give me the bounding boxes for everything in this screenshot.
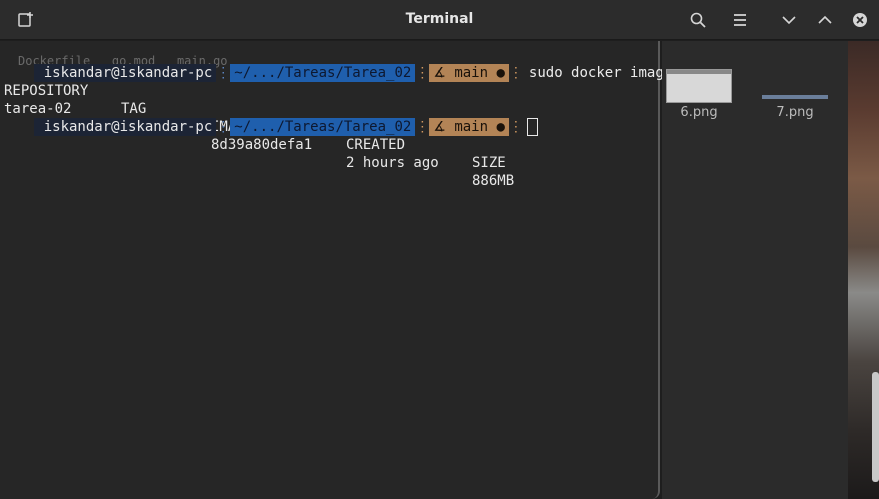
prompt-status: ● (496, 65, 505, 81)
table-header: REPOSITORY TAG IMAGE ID CREATED SIZE (4, 64, 506, 171)
prompt-separator: ⋮ (415, 65, 430, 81)
scrollbar[interactable] (872, 372, 879, 482)
prompt-separator: ⋮ (216, 119, 231, 135)
table-row: tarea-02 latest 8d39a80defa1 2 hours ago… (4, 82, 514, 189)
prompt-branch-name: main (454, 119, 489, 135)
cell-created: 2 hours ago (346, 155, 439, 171)
text-cursor (526, 118, 538, 136)
command-text: sudo docker images (528, 65, 681, 81)
file-label-7[interactable]: 7.png (750, 105, 840, 120)
cell-image-id: 8d39a80defa1 (211, 137, 313, 153)
column-created: CREATED (346, 137, 406, 153)
prompt-branch-name: main (454, 65, 489, 81)
desktop-area: 6.png 7.png (662, 41, 848, 499)
prompt-branch: ∡ main ● (429, 64, 509, 82)
branch-icon: ∡ (433, 119, 446, 135)
terminal-pane[interactable]: Dockerfile go.mod main.go iskandar@iskan… (0, 41, 681, 499)
prompt-separator: ⋮ (415, 119, 430, 135)
prompt-path: ~/.../Tareas/Tarea_02 (230, 118, 416, 136)
file-thumbnail-7[interactable] (762, 93, 828, 101)
prompt-path: ~/.../Tareas/Tarea_02 (230, 64, 416, 82)
search-icon[interactable] (688, 10, 708, 30)
column-size: SIZE (472, 155, 506, 171)
branch-icon: ∡ (433, 65, 446, 81)
prompt-separator: ⋮ (508, 65, 523, 81)
cell-size: 886MB (472, 173, 515, 189)
file-label-6[interactable]: 6.png (654, 105, 744, 120)
hamburger-menu-icon[interactable] (730, 10, 750, 30)
title-bar: Terminal (0, 0, 879, 40)
file-thumbnail-6[interactable] (666, 69, 732, 103)
prompt-branch: ∡ main ● (429, 118, 509, 136)
prompt-line: iskandar@iskandar-pc ⋮ ~/.../Tareas/Tarea_… (0, 100, 538, 136)
chevron-up-icon[interactable] (815, 10, 835, 30)
prompt-status: ● (496, 119, 505, 135)
prompt-user: iskandar@iskandar-pc (33, 64, 217, 82)
prompt-separator: ⋮ (216, 65, 231, 81)
close-icon[interactable] (850, 10, 870, 30)
chevron-down-icon[interactable] (779, 10, 799, 30)
prompt-user: iskandar@iskandar-pc (33, 118, 217, 136)
prompt-line: iskandar@iskandar-pc ⋮ ~/.../Tareas/Tarea_… (0, 46, 681, 82)
prompt-separator: ⋮ (508, 119, 523, 135)
